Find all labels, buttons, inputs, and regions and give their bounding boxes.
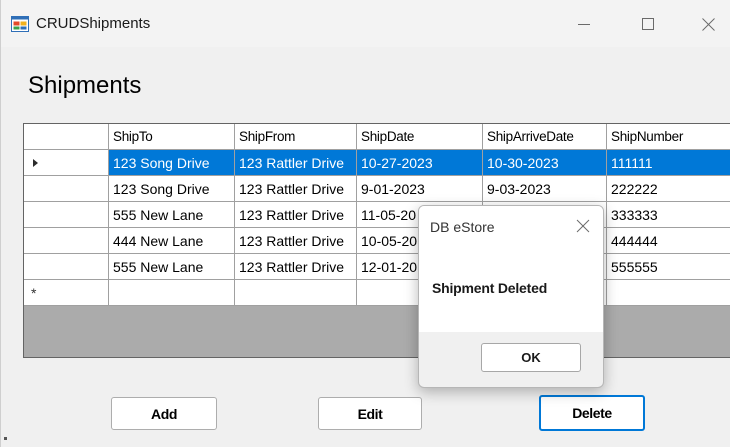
dialog-title: DB eStore bbox=[430, 219, 495, 235]
cell-shipto[interactable]: 555 New Lane bbox=[109, 202, 235, 228]
column-header-shipnumber[interactable]: ShipNumber bbox=[607, 124, 730, 150]
column-header-shipfrom[interactable]: ShipFrom bbox=[235, 124, 357, 150]
cell-shipfrom[interactable] bbox=[235, 280, 357, 306]
edit-button[interactable]: Edit bbox=[318, 397, 422, 430]
cell-shipfrom[interactable]: 123 Rattler Drive bbox=[235, 254, 357, 280]
dialog-message: Shipment Deleted bbox=[432, 280, 548, 296]
cell-shipnumber[interactable]: 222222 bbox=[607, 176, 730, 202]
cell-shipfrom[interactable]: 123 Rattler Drive bbox=[235, 228, 357, 254]
cell-shipnumber[interactable]: 444444 bbox=[607, 228, 730, 254]
cell-shipnumber[interactable]: 333333 bbox=[607, 202, 730, 228]
winforms-app-icon bbox=[11, 16, 29, 32]
dialog-body: Shipment Deleted bbox=[419, 246, 603, 332]
grid-corner-header[interactable] bbox=[24, 124, 109, 150]
minimize-icon bbox=[578, 24, 590, 25]
ok-button[interactable]: OK bbox=[481, 343, 581, 372]
maximize-icon bbox=[642, 18, 654, 30]
cell-shipfrom[interactable]: 123 Rattler Drive bbox=[235, 202, 357, 228]
shipments-grid[interactable]: ShipTo ShipFrom ShipDate ShipArriveDate … bbox=[23, 123, 730, 358]
row-header[interactable]: * bbox=[24, 280, 109, 306]
cell-shipto[interactable]: 123 Song Drive bbox=[109, 150, 235, 176]
page-title: Shipments bbox=[28, 72, 142, 99]
new-row-marker: * bbox=[31, 285, 37, 301]
cell-shiparrivedate[interactable]: 10-30-2023 bbox=[483, 150, 607, 176]
cell-shipdate[interactable]: 9-01-2023 bbox=[357, 176, 483, 202]
minimize-button[interactable] bbox=[561, 8, 607, 40]
delete-button[interactable]: Delete bbox=[539, 395, 645, 431]
close-button[interactable] bbox=[685, 8, 730, 40]
cell-shipdate[interactable]: 10-27-2023 bbox=[357, 150, 483, 176]
column-header-shipdate[interactable]: ShipDate bbox=[357, 124, 483, 150]
cell-shipfrom[interactable]: 123 Rattler Drive bbox=[235, 176, 357, 202]
maximize-button[interactable] bbox=[625, 8, 671, 40]
cell-shiparrivedate[interactable]: 9-03-2023 bbox=[483, 176, 607, 202]
column-header-shiparrivedate[interactable]: ShipArriveDate bbox=[483, 124, 607, 150]
cell-shipto[interactable]: 123 Song Drive bbox=[109, 176, 235, 202]
title-bar[interactable]: CRUDShipments bbox=[1, 0, 730, 47]
main-window: CRUDShipments Shipments ShipTo ShipFrom … bbox=[0, 0, 730, 447]
close-icon bbox=[701, 17, 715, 31]
window-title: CRUDShipments bbox=[36, 15, 151, 32]
message-dialog: DB eStore Shipment Deleted OK bbox=[418, 205, 604, 388]
row-header[interactable] bbox=[24, 202, 109, 228]
row-header[interactable] bbox=[24, 228, 109, 254]
column-header-shipto[interactable]: ShipTo bbox=[109, 124, 235, 150]
cell-shipto[interactable]: 555 New Lane bbox=[109, 254, 235, 280]
window-edge-mark bbox=[4, 437, 7, 440]
current-row-arrow-icon bbox=[33, 159, 38, 167]
row-header[interactable] bbox=[24, 254, 109, 280]
cell-shipto[interactable]: 444 New Lane bbox=[109, 228, 235, 254]
cell-shipnumber[interactable]: 555555 bbox=[607, 254, 730, 280]
close-icon[interactable] bbox=[572, 215, 594, 237]
dialog-title-bar[interactable]: DB eStore bbox=[419, 206, 603, 246]
add-button[interactable]: Add bbox=[111, 397, 217, 430]
cell-shipnumber[interactable]: 111111 bbox=[607, 150, 730, 176]
cell-shipfrom[interactable]: 123 Rattler Drive bbox=[235, 150, 357, 176]
cell-shipnumber[interactable] bbox=[607, 280, 730, 306]
cell-shipto[interactable] bbox=[109, 280, 235, 306]
row-header[interactable] bbox=[24, 150, 109, 176]
row-header[interactable] bbox=[24, 176, 109, 202]
